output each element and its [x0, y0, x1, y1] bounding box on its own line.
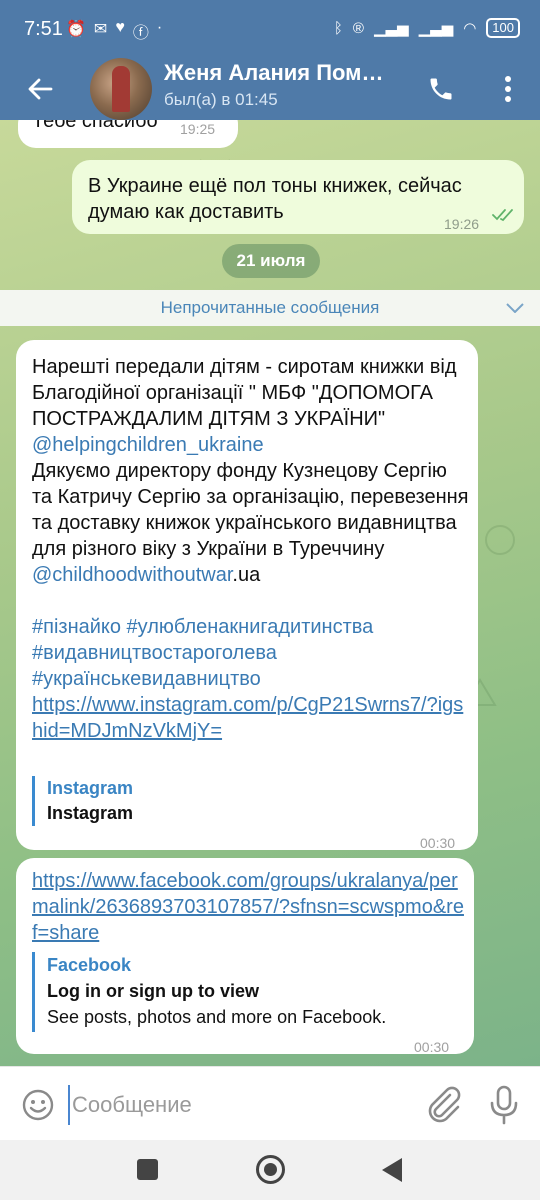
- registered-icon: ®: [352, 19, 364, 37]
- message-time: 19:25: [180, 121, 216, 137]
- message-input[interactable]: [68, 1085, 398, 1125]
- more-menu-button[interactable]: [490, 68, 526, 110]
- attach-button[interactable]: [422, 1083, 462, 1125]
- hashtag-line[interactable]: #українськевидавництво: [32, 666, 472, 692]
- instagram-url-link[interactable]: https://www.instagram.com/p/CgP21Swrns7/…: [32, 692, 472, 744]
- avatar[interactable]: [90, 58, 152, 120]
- system-icons: ᛒ ® ▁▃▅ ▁▃▅ ◠ 100: [334, 18, 520, 38]
- link-preview[interactable]: Instagram Instagram: [32, 776, 452, 826]
- chat-header: Женя Алания Пом… был(а) в 01:45: [0, 58, 540, 120]
- preview-site-name: Instagram: [47, 778, 134, 798]
- preview-site-name: Facebook: [47, 955, 132, 975]
- home-button[interactable]: [256, 1155, 285, 1184]
- preview-title: Instagram: [47, 803, 134, 823]
- arrow-left-icon: [28, 78, 53, 100]
- mail-icon: ✉: [93, 21, 108, 38]
- contact-name[interactable]: Женя Алания Пом…: [164, 60, 404, 86]
- message-time: 00:30: [420, 835, 456, 851]
- system-nav-bar: [0, 1140, 540, 1200]
- mention-link[interactable]: @helpingchildren_ukraine: [32, 434, 264, 456]
- message-text: https://www.facebook.com/groups/ukralany…: [32, 868, 468, 946]
- unread-messages-bar[interactable]: Непрочитанные сообщения: [0, 290, 540, 326]
- system-back-button[interactable]: [382, 1158, 402, 1182]
- mention-suffix: .ua: [232, 564, 261, 586]
- message-composer: [0, 1066, 540, 1140]
- message-paragraph: Нарешті передали дітям - сиротам книжки …: [32, 356, 457, 430]
- phone-icon: [430, 78, 452, 100]
- signal-icon: ▁▃▅: [373, 20, 409, 37]
- hashtag-line[interactable]: #видавництвостароголева: [32, 640, 472, 666]
- bluetooth-icon: ᛒ: [333, 19, 343, 37]
- preview-title: Log in or sign up to view: [47, 981, 259, 1001]
- battery-icon: 100: [486, 18, 520, 38]
- signal-2-icon: ▁▃▅: [418, 20, 454, 37]
- message-text: Нарешті передали дітям - сиротам книжки …: [32, 354, 472, 744]
- smiley-icon: [22, 1089, 54, 1121]
- last-seen-status: был(а) в 01:45: [164, 90, 278, 109]
- message-bubble-incoming[interactable]: https://www.facebook.com/groups/ukralany…: [16, 858, 474, 1055]
- message-paragraph: Дякуємо директору фонду Кузнецову Сергію…: [32, 460, 469, 560]
- wifi-icon: ◠: [463, 20, 477, 37]
- status-time: 7:51: [24, 18, 63, 40]
- message-time: 19:26: [444, 216, 480, 232]
- chat-area[interactable]: Тебе спасибо 19:25 В Украине ещё пол тон…: [0, 120, 540, 1066]
- chevron-down-icon[interactable]: [506, 290, 526, 326]
- voice-record-button[interactable]: [486, 1081, 522, 1127]
- mention-link[interactable]: @childhoodwithoutwar: [32, 564, 232, 586]
- call-button[interactable]: [420, 68, 462, 110]
- more-vertical-icon: [505, 76, 511, 102]
- paperclip-icon: [428, 1086, 461, 1123]
- message-bubble-incoming[interactable]: Нарешті передали дітям - сиротам книжки …: [16, 340, 478, 851]
- date-separator: 21 июля: [222, 244, 320, 278]
- dot-icon: ·: [156, 19, 163, 36]
- alarm-icon: ⏰: [66, 21, 86, 38]
- facebook-icon: ⓕ: [132, 25, 149, 42]
- status-bar: 7:51 ⏰ ✉ ♥ ⓕ · ᛒ ® ▁▃▅ ▁▃▅ ◠ 100: [0, 0, 540, 58]
- facebook-url-link[interactable]: https://www.facebook.com/groups/ukralany…: [32, 868, 468, 946]
- message-bubble-outgoing[interactable]: В Украине ещё пол тоны книжек, сейчас ду…: [72, 160, 524, 234]
- message-time: 00:30: [414, 1039, 450, 1055]
- read-checkmarks-icon: [492, 209, 513, 222]
- back-button[interactable]: [20, 69, 60, 109]
- preview-description: See posts, photos and more on Facebook.: [47, 1007, 387, 1027]
- recent-apps-button[interactable]: [137, 1159, 158, 1180]
- message-bubble-incoming[interactable]: Тебе спасибо 19:25: [18, 120, 238, 148]
- microphone-icon: [490, 1085, 518, 1125]
- emoji-button[interactable]: [18, 1085, 58, 1125]
- hashtag-line[interactable]: #пізнайко #улюбленакнигадитинства: [32, 614, 472, 640]
- message-text: Тебе спасибо: [32, 120, 158, 132]
- unread-label: Непрочитанные сообщения: [160, 298, 380, 317]
- heart-icon: ♥: [115, 19, 125, 36]
- link-preview[interactable]: Facebook Log in or sign up to view See p…: [32, 952, 452, 1032]
- notification-icons: ⏰ ✉ ♥ ⓕ ·: [66, 19, 162, 43]
